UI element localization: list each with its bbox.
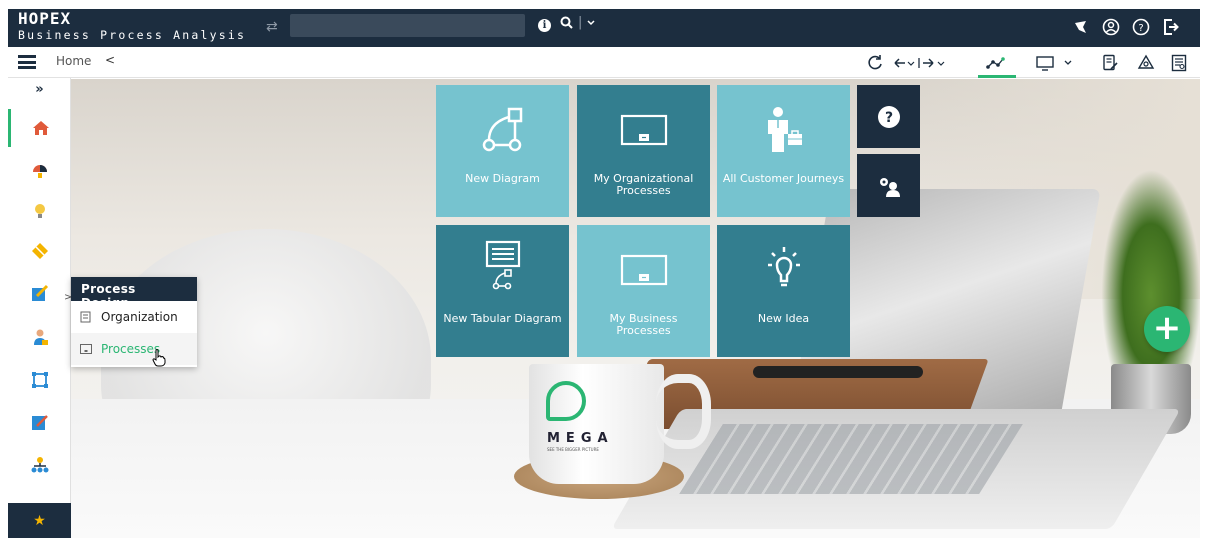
graph-view-button[interactable] xyxy=(983,51,1009,75)
sidebar-item-edit[interactable] xyxy=(8,403,71,441)
process-box-icon xyxy=(577,105,710,155)
search-icon xyxy=(560,16,573,29)
tile-label: My Organizational Processes xyxy=(593,172,694,197)
sidebar-item-ideas[interactable] xyxy=(8,192,71,230)
favorites-icon[interactable]: ★ xyxy=(8,503,71,538)
flyout-item-processes[interactable]: Processes xyxy=(71,333,197,365)
background-mug xyxy=(529,364,664,484)
dashboard-icon xyxy=(32,165,47,178)
search-button[interactable]: | xyxy=(560,15,595,30)
report-icon xyxy=(1171,54,1187,72)
mega-logo xyxy=(546,381,586,421)
add-button[interactable]: + xyxy=(1144,306,1190,352)
user-circle-icon xyxy=(1102,18,1120,36)
search-input[interactable] xyxy=(290,14,525,37)
question-icon: ? xyxy=(1132,18,1150,36)
person-icon xyxy=(33,329,48,345)
tile-label: New Tabular Diagram xyxy=(443,312,562,325)
app-subtitle: Business Process Analysis xyxy=(18,28,247,42)
edit-document-button[interactable] xyxy=(1099,51,1121,75)
tile-label: New Diagram xyxy=(465,172,540,185)
user-account-button[interactable] xyxy=(1100,16,1122,38)
sidebar-item-hierarchy[interactable] xyxy=(8,446,71,484)
background-mug-handle xyxy=(656,374,711,449)
svg-text:?: ? xyxy=(1138,23,1143,34)
expand-sidebar-icon[interactable]: » xyxy=(8,82,71,102)
sidebar-item-organization[interactable] xyxy=(8,318,71,356)
tile-help[interactable]: ? xyxy=(857,85,920,148)
left-sidebar: » > ★ xyxy=(8,78,72,538)
refresh-icon xyxy=(868,55,882,70)
tile-new-idea[interactable]: New Idea xyxy=(717,225,850,357)
design-pencil-icon xyxy=(31,284,48,301)
separator: | xyxy=(578,15,583,30)
tile-label: All Customer Journeys xyxy=(722,172,845,185)
tile-new-tabular-diagram[interactable]: New Tabular Diagram xyxy=(436,225,569,357)
process-design-flyout: Process Design Organization Processes xyxy=(71,277,197,367)
tabular-diagram-icon xyxy=(436,240,569,291)
sidebar-item-dashboard[interactable] xyxy=(8,152,71,190)
refresh-button[interactable] xyxy=(863,51,887,75)
tile-my-business-processes[interactable]: My Business Processes xyxy=(577,225,710,357)
sidebar-item-home[interactable] xyxy=(8,109,71,147)
background-plant xyxy=(1101,169,1200,379)
business-person-icon xyxy=(717,105,850,155)
recycle-icon xyxy=(1137,54,1155,69)
tile-new-diagram[interactable]: New Diagram xyxy=(436,85,569,217)
tile-label: New Idea xyxy=(757,312,810,325)
switch-environment-icon[interactable]: ⇄ xyxy=(266,19,278,35)
undo-redo-icon xyxy=(894,58,945,68)
recycle-button[interactable] xyxy=(1135,51,1157,75)
info-icon[interactable]: i xyxy=(538,19,551,32)
tile-all-customer-journeys[interactable]: All Customer Journeys xyxy=(717,85,850,217)
monitor-icon xyxy=(1036,56,1072,71)
edit-icon xyxy=(31,415,48,430)
tile-label: My Business Processes xyxy=(609,312,678,337)
sidebar-item-process-design[interactable] xyxy=(8,274,71,312)
mug-brand-text: MEGA xyxy=(547,431,614,446)
document-edit-icon xyxy=(1103,54,1118,71)
app-logo: HOPEX xyxy=(18,9,72,28)
menu-icon[interactable] xyxy=(18,55,36,69)
notifications-button[interactable] xyxy=(1070,16,1092,38)
tile-settings[interactable] xyxy=(857,154,920,217)
home-icon xyxy=(33,121,49,135)
background-pen xyxy=(753,366,923,378)
frame-icon xyxy=(31,372,48,388)
lightbulb-icon xyxy=(34,204,45,218)
logout-button[interactable] xyxy=(1160,16,1182,38)
flyout-item-label: Organization xyxy=(101,310,178,324)
process-box-icon xyxy=(79,343,93,355)
active-tab-indicator xyxy=(978,75,1016,78)
navigation-bar: Home < xyxy=(8,47,1200,78)
process-diagram-icon xyxy=(436,105,569,155)
svg-text:?: ? xyxy=(884,110,892,126)
app-brand: HOPEX Business Process Analysis xyxy=(18,9,247,43)
help-button[interactable]: ? xyxy=(1130,16,1152,38)
report-button[interactable] xyxy=(1168,51,1190,75)
display-options-button[interactable] xyxy=(1033,51,1077,75)
flag-icon xyxy=(1075,21,1086,33)
flyout-title: Process Design xyxy=(71,277,197,310)
scatter-line-icon xyxy=(986,57,1005,69)
sidebar-item-frame[interactable] xyxy=(8,361,71,399)
document-icon xyxy=(79,311,93,323)
org-chart-icon xyxy=(31,457,48,473)
process-box-icon xyxy=(577,245,710,295)
chevron-down-icon xyxy=(587,19,595,25)
share-icon[interactable]: < xyxy=(105,53,115,67)
lightbulb-icon xyxy=(717,245,850,295)
sidebar-item-assessment[interactable] xyxy=(8,232,71,270)
hand-cursor-icon xyxy=(152,349,166,367)
puzzle-icon xyxy=(31,243,48,259)
background-keyboard xyxy=(679,424,1023,494)
user-settings-icon xyxy=(879,177,900,197)
top-bar: HOPEX Business Process Analysis ⇄ i | ? xyxy=(8,9,1200,47)
tile-my-organizational-processes[interactable]: My Organizational Processes xyxy=(577,85,710,217)
undo-redo-button[interactable] xyxy=(892,51,952,75)
mug-tagline: SEE THE BIGGER PICTURE xyxy=(547,447,599,452)
logout-icon xyxy=(1164,19,1179,35)
breadcrumb-home[interactable]: Home xyxy=(56,54,91,68)
question-circle-icon: ? xyxy=(877,105,900,128)
